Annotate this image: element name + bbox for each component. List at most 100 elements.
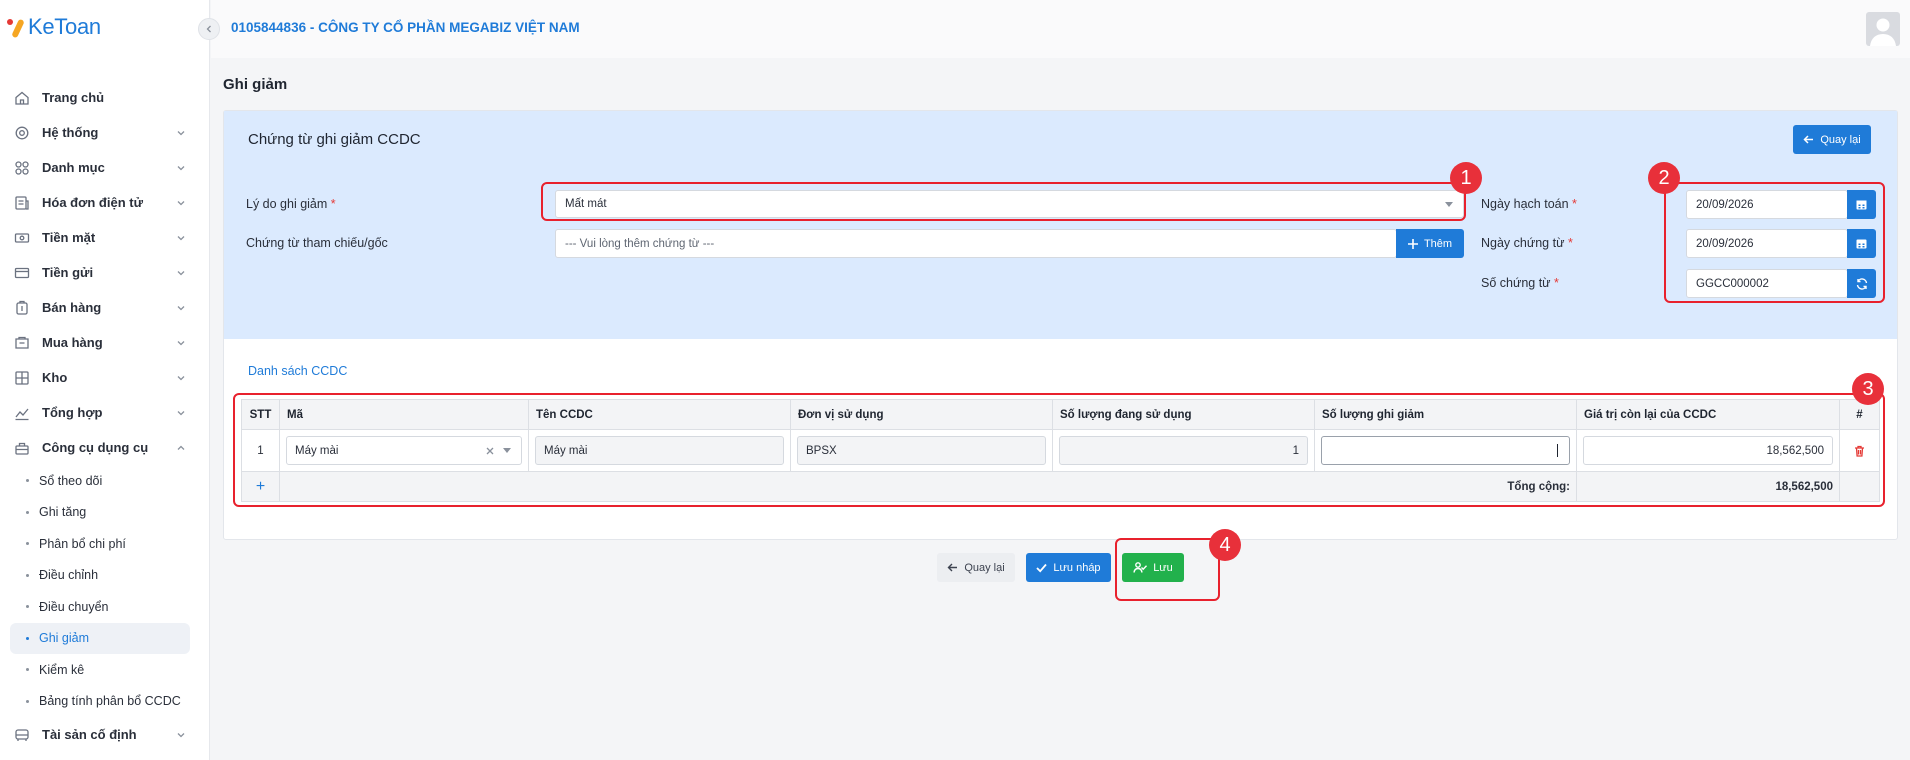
bullet-icon [26, 605, 29, 609]
sidebar-item-label: Tài sản cố định [42, 727, 137, 742]
sidebar-item-label: Bán hàng [42, 300, 102, 315]
plus-icon [1407, 238, 1418, 249]
reason-label-text: Lý do ghi giảm [246, 197, 328, 211]
doc-no-label: Số chứng từ * [1481, 276, 1559, 290]
sidebar-subitem-ghi-tang[interactable]: Ghi tăng [10, 497, 190, 529]
sidebar-item-label: Tiền mặt [42, 230, 96, 245]
doc-no-label-text: Số chứng từ [1481, 276, 1551, 290]
posting-date-label-text: Ngày hạch toán [1481, 197, 1569, 211]
sidebar-collapse-button[interactable] [198, 18, 220, 40]
annotation-badge-4: 4 [1209, 529, 1241, 561]
back-top-label: Quay lại [1820, 133, 1861, 146]
back-button-label: Quay lại [964, 561, 1005, 574]
reason-label: Lý do ghi giảm * [246, 197, 336, 211]
save-draft-button[interactable]: Lưu nháp [1026, 553, 1111, 582]
sidebar-item-tien-mat[interactable]: Tiền mặt [10, 220, 190, 255]
gear-icon [15, 126, 29, 139]
chevron-down-icon [177, 166, 185, 171]
sidebar-subitem-label: Điều chỉnh [39, 568, 99, 583]
ref-voucher-input[interactable]: --- Vui lòng thêm chứng từ --- [555, 229, 1397, 258]
sidebar-item-label: Mua hàng [42, 335, 103, 350]
sidebar: KeToan Trang chủ Hệ thống Danh mục Hóa đ… [0, 0, 210, 760]
app-logo[interactable]: KeToan [6, 14, 101, 40]
chevron-down-icon [177, 411, 185, 416]
chevron-down-icon [177, 306, 185, 311]
sidebar-item-he-thong[interactable]: Hệ thống [10, 115, 190, 150]
user-avatar-icon [1870, 18, 1896, 46]
avatar[interactable] [1866, 12, 1900, 46]
sidebar-item-mua-hang[interactable]: Mua hàng [10, 325, 190, 360]
bullet-icon [26, 542, 29, 546]
required-mark: * [330, 197, 336, 211]
sidebar-subitem-dieu-chinh[interactable]: Điều chỉnh [10, 560, 190, 592]
required-mark: * [1572, 197, 1577, 211]
add-ref-label: Thêm [1423, 237, 1453, 250]
sidebar-subitem-label: Điều chuyển [39, 599, 109, 614]
card-icon [14, 267, 30, 278]
doc-date-label-text: Ngày chứng từ [1481, 236, 1565, 250]
bullet-icon [26, 573, 29, 577]
sidebar-item-label: Hệ thống [42, 125, 99, 140]
sidebar-item-danh-muc[interactable]: Danh mục [10, 150, 190, 185]
back-top-button[interactable]: Quay lại [1793, 125, 1871, 154]
annotation-box-3 [233, 393, 1885, 507]
sidebar-item-label: Hóa đơn điện tử [42, 195, 143, 210]
chevron-down-icon [177, 733, 185, 738]
sidebar-item-ban-hang[interactable]: Bán hàng [10, 290, 190, 325]
arrow-left-icon [1803, 135, 1814, 144]
sidebar-nav: Trang chủ Hệ thống Danh mục Hóa đơn điện… [10, 80, 190, 752]
logo-text: KeToan [28, 14, 101, 39]
cash-icon [14, 232, 30, 243]
sidebar-subitem-label: Kiểm kê [39, 662, 85, 677]
sidebar-item-label: Trang chủ [42, 90, 105, 105]
sidebar-item-label: Kho [42, 370, 68, 385]
sidebar-item-tong-hop[interactable]: Tổng hợp [10, 395, 190, 430]
annotation-badge-2: 2 [1648, 162, 1680, 194]
sidebar-item-tien-gui[interactable]: Tiền gửi [10, 255, 190, 290]
sidebar-item-cong-cu[interactable]: Công cụ dụng cụ [10, 430, 190, 465]
company-name[interactable]: 0105844836 - CÔNG TY CỔ PHẦN MEGABIZ VIỆ… [231, 20, 580, 35]
chevron-down-icon [177, 201, 185, 206]
chart-icon [15, 408, 29, 420]
chevron-down-icon [177, 376, 185, 381]
sidebar-item-kho[interactable]: Kho [10, 360, 190, 395]
logo-mark-icon [6, 16, 26, 39]
chevron-up-icon [177, 445, 185, 450]
sales-icon [16, 300, 28, 315]
invoice-icon [15, 195, 29, 210]
ref-label: Chứng từ tham chiếu/gốc [246, 236, 388, 250]
warehouse-icon [15, 370, 29, 385]
sidebar-subitem-so-theo-doi[interactable]: Sổ theo dõi [10, 465, 190, 497]
sidebar-item-label: Tổng hợp [42, 405, 103, 420]
voucher-header-panel [224, 111, 1897, 339]
posting-date-label: Ngày hạch toán * [1481, 197, 1577, 211]
back-button[interactable]: Quay lại [937, 553, 1015, 582]
vehicle-icon [15, 728, 29, 741]
purchase-icon [15, 336, 29, 349]
annotation-box-4 [1115, 538, 1220, 601]
page-title: Ghi giảm [223, 76, 288, 93]
top-bar: 0105844836 - CÔNG TY CỔ PHẦN MEGABIZ VIỆ… [211, 0, 1910, 58]
sidebar-item-label: Công cụ dụng cụ [42, 440, 149, 455]
bullet-icon [26, 510, 29, 514]
doc-date-label: Ngày chứng từ * [1481, 236, 1573, 250]
sidebar-subitem-dieu-chuyen[interactable]: Điều chuyển [10, 591, 190, 623]
annotation-box-1 [541, 182, 1466, 221]
ref-placeholder: --- Vui lòng thêm chứng từ --- [565, 237, 715, 250]
sidebar-subitem-label: Sổ theo dõi [39, 473, 103, 488]
sidebar-subitem-ghi-giam[interactable]: Ghi giảm [10, 622, 190, 654]
sidebar-item-trang-chu[interactable]: Trang chủ [10, 80, 190, 115]
sidebar-item-hoa-don[interactable]: Hóa đơn điện tử [10, 185, 190, 220]
sidebar-subitem-label: Ghi tăng [39, 505, 87, 520]
sidebar-subitem-kiem-ke[interactable]: Kiểm kê [10, 654, 190, 686]
bullet-icon [26, 699, 29, 703]
add-ref-button[interactable]: Thêm [1396, 229, 1464, 258]
bullet-icon [26, 636, 29, 640]
sidebar-item-tai-san[interactable]: Tài sản cố định [10, 717, 190, 752]
sidebar-subitem-bang-tinh[interactable]: Bảng tính phân bổ CCDC [10, 686, 190, 718]
sidebar-subitem-phan-bo[interactable]: Phân bổ chi phí [10, 528, 190, 560]
sidebar-item-label: Danh mục [42, 160, 105, 175]
chevron-down-icon [177, 131, 185, 136]
sidebar-item-label: Tiền gửi [42, 265, 94, 280]
bullet-icon [26, 668, 29, 672]
